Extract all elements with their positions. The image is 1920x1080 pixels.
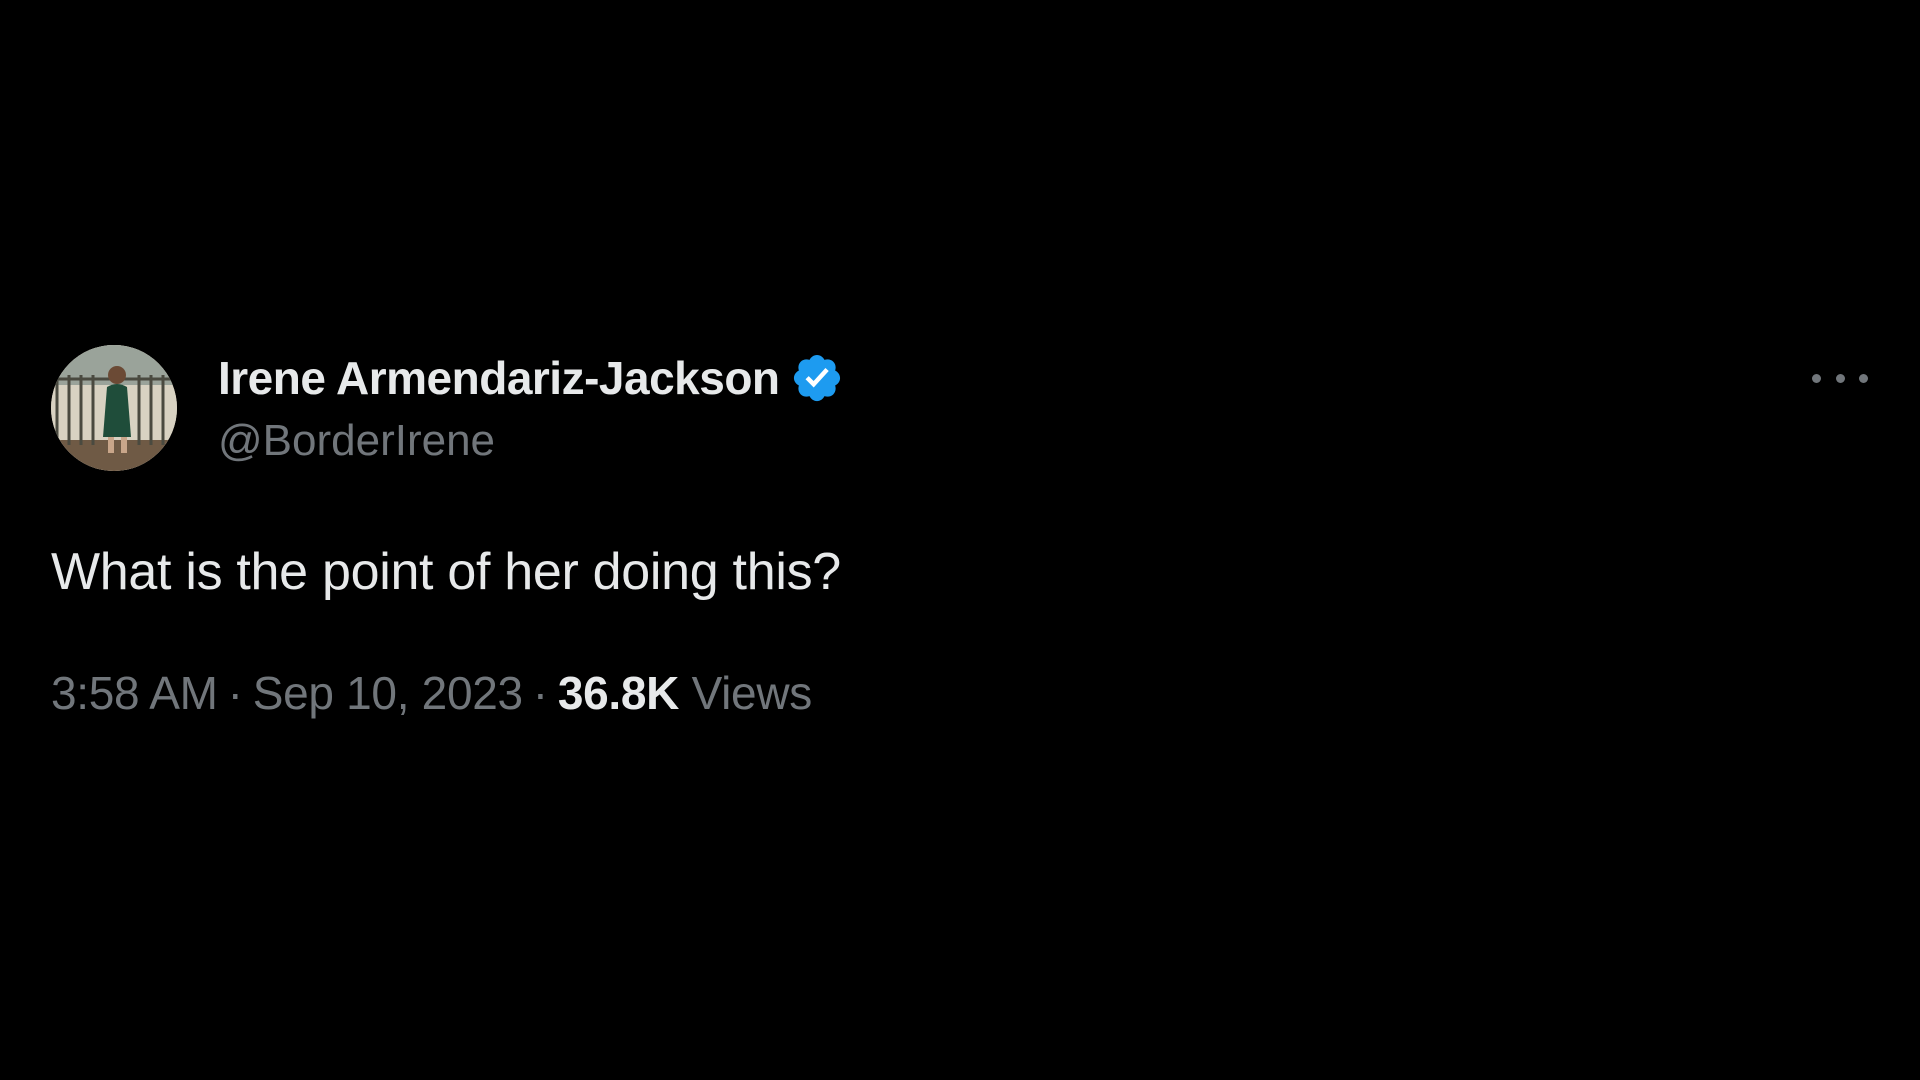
views-count: 36.8K — [557, 667, 680, 719]
tweet-card: Irene Armendariz-Jackson @BorderIrene Wh… — [0, 0, 1920, 1080]
separator-dot: · — [532, 667, 548, 719]
ellipsis-dot-icon — [1812, 373, 1821, 383]
verified-badge-icon — [790, 351, 844, 405]
author-handle[interactable]: @BorderIrene — [218, 415, 495, 467]
more-options-button[interactable] — [1812, 358, 1868, 398]
views-label: Views — [691, 667, 813, 719]
avatar[interactable] — [51, 345, 177, 471]
separator-dot: · — [227, 667, 243, 719]
author-name-row: Irene Armendariz-Jackson — [218, 350, 844, 406]
author-display-name[interactable]: Irene Armendariz-Jackson — [218, 351, 780, 405]
tweet-date[interactable]: Sep 10, 2023 — [253, 667, 523, 719]
tweet-text: What is the point of her doing this? — [51, 543, 841, 601]
avatar-photo-icon — [51, 345, 177, 471]
ellipsis-dot-icon — [1835, 373, 1845, 383]
tweet-time[interactable]: 3:58 AM — [51, 667, 218, 719]
ellipsis-dot-icon — [1859, 373, 1868, 383]
tweet-metadata: 3:58 AM · Sep 10, 2023 · 36.8K Views — [51, 663, 812, 723]
